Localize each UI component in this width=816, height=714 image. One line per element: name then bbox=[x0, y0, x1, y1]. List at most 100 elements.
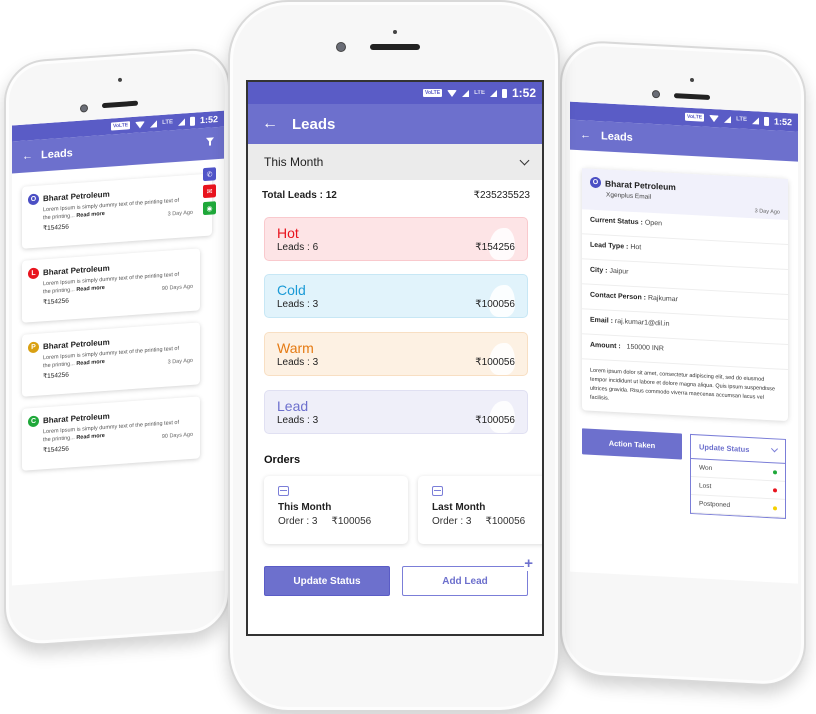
lead-name: Bharat Petroleum bbox=[43, 263, 110, 278]
battery-icon bbox=[189, 116, 195, 126]
lead-age: 90 Days Ago bbox=[161, 431, 193, 440]
order-count: Order : 3 bbox=[278, 516, 318, 527]
orders-carousel[interactable]: This Month Order : 3 ₹100056 Last Month … bbox=[248, 476, 542, 544]
lead-name: Bharat Petroleum bbox=[43, 337, 110, 352]
field-value: Open bbox=[642, 219, 662, 228]
app-showcase: VoLTE LTE 1:52 ← Leads O Bharat Petroleu… bbox=[0, 0, 816, 714]
quick-actions: ✆ ✉ ◉ bbox=[203, 167, 216, 216]
filter-icon[interactable] bbox=[206, 136, 214, 143]
update-status-button[interactable]: Update Status bbox=[264, 566, 390, 596]
read-more-link[interactable]: Read more bbox=[76, 359, 104, 367]
whatsapp-icon[interactable]: ◉ bbox=[203, 201, 216, 216]
add-lead-button[interactable]: Add Lead + bbox=[402, 556, 533, 596]
category-leads: Leads : 6 bbox=[277, 242, 319, 253]
lead-name: Bharat Petroleum bbox=[43, 411, 110, 426]
signal-icon bbox=[724, 115, 732, 123]
field-label: Amount : bbox=[590, 341, 621, 351]
status-dot-icon bbox=[773, 487, 777, 492]
lead-age: 3 Day Ago bbox=[167, 209, 193, 218]
page-title: Leads bbox=[292, 115, 336, 133]
category-amount: ₹100056 bbox=[475, 415, 515, 426]
signal-icon bbox=[489, 89, 497, 97]
category-amount: ₹154256 bbox=[475, 242, 515, 253]
read-more-link[interactable]: Read more bbox=[76, 211, 104, 219]
total-amount: ₹235235523 bbox=[473, 190, 530, 201]
option-label: Won bbox=[699, 464, 713, 473]
back-arrow-icon[interactable]: ← bbox=[580, 129, 591, 142]
total-leads-label: Total Leads : 12 bbox=[262, 190, 337, 201]
category-amount: ₹100056 bbox=[475, 357, 515, 368]
earpiece-speaker bbox=[370, 44, 420, 50]
order-period: This Month bbox=[278, 502, 332, 513]
clock: 1:52 bbox=[199, 114, 218, 126]
category-card-cold[interactable]: Cold Leads : 3 ₹100056 bbox=[264, 274, 528, 318]
category-card-lead[interactable]: Lead Leads : 3 ₹100056 bbox=[264, 390, 528, 434]
plus-icon: + bbox=[524, 555, 533, 572]
clock: 1:52 bbox=[773, 116, 792, 128]
field-value: Rajkumar bbox=[646, 294, 678, 304]
lead-age: 3 Day Ago bbox=[167, 357, 193, 366]
field-label: Lead Type : bbox=[590, 241, 629, 251]
chevron-down-icon bbox=[770, 445, 779, 453]
app-bar: ← Leads bbox=[248, 104, 542, 144]
earpiece-speaker bbox=[102, 100, 138, 109]
field-label: Email : bbox=[590, 316, 613, 325]
volte-icon: VoLTE bbox=[422, 89, 443, 97]
category-leads: Leads : 3 bbox=[277, 299, 319, 310]
signal-icon bbox=[462, 89, 470, 97]
lead-card[interactable]: O Bharat Petroleum Lorem Ipsum is simply… bbox=[22, 167, 216, 249]
battery-icon bbox=[501, 88, 507, 98]
category-amount: ₹100056 bbox=[475, 299, 515, 310]
lead-list: O Bharat Petroleum Lorem Ipsum is simply… bbox=[12, 159, 224, 472]
signal-icon bbox=[177, 117, 185, 126]
sensor-dot bbox=[690, 77, 694, 83]
total-leads-row: Total Leads : 12 ₹235235523 bbox=[248, 180, 542, 201]
lead-initial-badge: C bbox=[28, 415, 39, 428]
phone-icon[interactable]: ✆ bbox=[203, 167, 216, 182]
detail-actions: Action Taken Update Status Won Lost Post… bbox=[582, 428, 788, 519]
dropdown-label: Update Status bbox=[699, 442, 750, 455]
right-screen: VoLTE LTE 1:52 ← Leads O Bharat Petroleu… bbox=[570, 101, 798, 584]
field-label: Current Status : bbox=[590, 216, 643, 227]
category-card-hot[interactable]: Hot Leads : 6 ₹154256 bbox=[264, 217, 528, 261]
sensor-dot bbox=[393, 30, 397, 34]
period-select[interactable]: This Month bbox=[248, 144, 542, 180]
category-name: Cold bbox=[277, 282, 306, 298]
lead-initial-badge: L bbox=[28, 267, 39, 280]
lead-card[interactable]: P Bharat Petroleum Lorem Ipsum is simply… bbox=[22, 322, 200, 397]
front-camera bbox=[652, 89, 660, 99]
signal-icon bbox=[150, 119, 158, 128]
status-dot-icon bbox=[773, 469, 777, 474]
back-arrow-icon[interactable]: ← bbox=[22, 150, 33, 163]
lte-label: LTE bbox=[162, 119, 173, 126]
order-card-this-month[interactable]: This Month Order : 3 ₹100056 bbox=[264, 476, 408, 544]
category-card-warm[interactable]: Warm Leads : 3 ₹100056 bbox=[264, 332, 528, 376]
field-label: Contact Person : bbox=[590, 291, 647, 302]
category-leads: Leads : 3 bbox=[277, 357, 319, 368]
wifi-icon bbox=[709, 114, 720, 122]
sensor-dot bbox=[118, 77, 122, 83]
lead-name: Bharat Petroleum bbox=[605, 177, 676, 192]
field-value[interactable]: raj.kumar1@dil.in bbox=[613, 318, 670, 328]
right-phone: VoLTE LTE 1:52 ← Leads O Bharat Petroleu… bbox=[560, 39, 806, 689]
email-icon[interactable]: ✉ bbox=[203, 184, 216, 199]
read-more-link[interactable]: Read more bbox=[76, 433, 104, 441]
update-status-dropdown[interactable]: Update Status Won Lost Postponed bbox=[690, 433, 786, 519]
order-amount: ₹100056 bbox=[485, 516, 526, 527]
calendar-icon bbox=[278, 486, 289, 496]
status-option-postponed[interactable]: Postponed bbox=[691, 494, 785, 518]
volte-icon: VoLTE bbox=[111, 121, 131, 131]
field-value: Jaipur bbox=[607, 267, 629, 276]
lead-card[interactable]: C Bharat Petroleum Lorem Ipsum is simply… bbox=[22, 396, 200, 471]
wifi-icon bbox=[447, 89, 458, 97]
order-card-last-month[interactable]: Last Month Order : 3 ₹100056 bbox=[418, 476, 542, 544]
option-label: Postponed bbox=[699, 500, 731, 510]
field-value: Hot bbox=[628, 243, 642, 252]
action-taken-button[interactable]: Action Taken bbox=[582, 428, 682, 460]
order-period: Last Month bbox=[432, 502, 486, 513]
status-dot-icon bbox=[773, 505, 777, 510]
left-phone: VoLTE LTE 1:52 ← Leads O Bharat Petroleu… bbox=[4, 46, 230, 649]
lead-card[interactable]: L Bharat Petroleum Lorem Ipsum is simply… bbox=[22, 248, 200, 323]
read-more-link[interactable]: Read more bbox=[76, 285, 104, 293]
back-arrow-icon[interactable]: ← bbox=[262, 115, 278, 133]
